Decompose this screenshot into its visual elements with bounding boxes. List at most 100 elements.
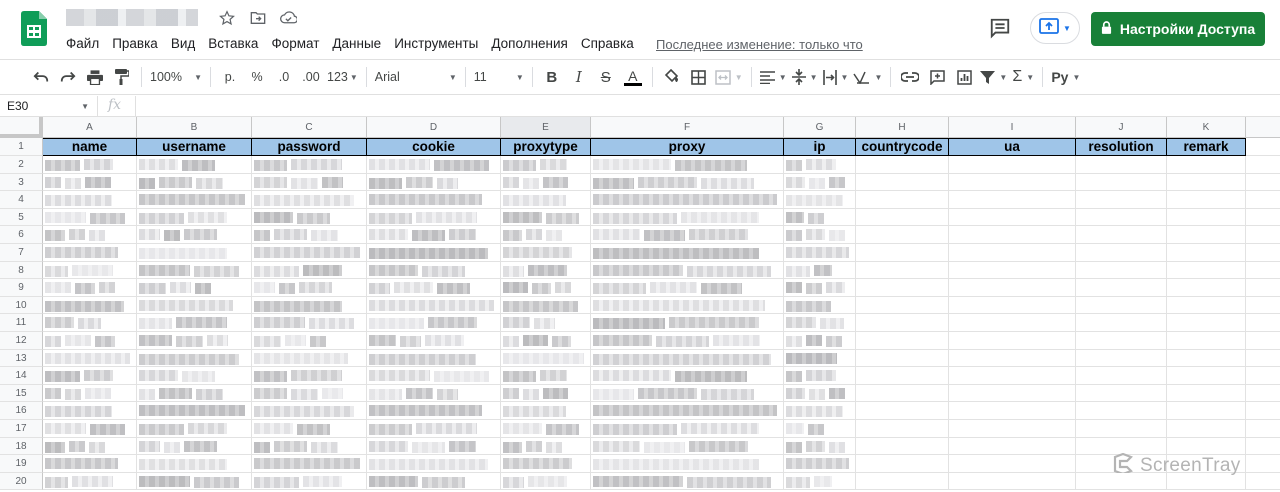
cell-k2[interactable] xyxy=(1167,156,1246,174)
cell-e4[interactable] xyxy=(501,191,591,209)
cell-k12[interactable] xyxy=(1167,332,1246,350)
cell-e18[interactable] xyxy=(501,437,591,456)
cell-k6[interactable] xyxy=(1167,226,1246,244)
cell-d12[interactable] xyxy=(367,332,501,350)
cell-b19[interactable] xyxy=(137,455,252,473)
cell-i11[interactable] xyxy=(949,314,1076,332)
cell-j15[interactable] xyxy=(1076,384,1167,403)
cell-h4[interactable] xyxy=(856,191,949,209)
row-header-9[interactable]: 9 xyxy=(0,279,43,297)
row-header-7[interactable]: 7 xyxy=(0,244,43,262)
cell-c12[interactable] xyxy=(252,332,367,350)
row-header-2[interactable]: 2 xyxy=(0,156,43,174)
cell-g10[interactable] xyxy=(784,296,856,315)
cell-f11[interactable] xyxy=(591,314,784,332)
cell-d18[interactable] xyxy=(367,437,501,456)
cell-i20[interactable] xyxy=(949,472,1076,491)
menu-help[interactable]: Справка xyxy=(581,36,640,51)
cell-b2[interactable] xyxy=(137,156,252,174)
cell-i4[interactable] xyxy=(949,191,1076,209)
cell-filler[interactable] xyxy=(1246,385,1280,403)
star-icon[interactable] xyxy=(218,9,235,26)
cell-d10[interactable] xyxy=(367,296,501,315)
cell-a9[interactable] xyxy=(43,279,137,297)
cell-e20[interactable] xyxy=(501,472,591,491)
cell-d20[interactable] xyxy=(367,472,501,491)
cell-filler[interactable] xyxy=(1246,473,1280,491)
cell-d5[interactable] xyxy=(367,208,501,227)
cell-e11[interactable] xyxy=(501,314,591,332)
cell-e10[interactable] xyxy=(501,296,591,315)
cell-filler[interactable] xyxy=(1246,138,1280,156)
cell-g20[interactable] xyxy=(784,472,856,491)
cell-c11[interactable] xyxy=(252,314,367,332)
cell-a20[interactable] xyxy=(43,472,137,491)
cell-filler[interactable] xyxy=(1246,279,1280,297)
cell-c4[interactable] xyxy=(252,191,367,209)
cell-filler[interactable] xyxy=(1246,420,1280,438)
present-button[interactable]: ▼ xyxy=(1030,12,1080,44)
cell-a14[interactable] xyxy=(43,367,137,385)
cell-f12[interactable] xyxy=(591,332,784,350)
font-size-select[interactable]: 11 ▼ xyxy=(474,65,524,89)
row-header-17[interactable]: 17 xyxy=(0,420,43,438)
cell-i6[interactable] xyxy=(949,226,1076,244)
cell-c3[interactable] xyxy=(252,173,367,192)
cell-b18[interactable] xyxy=(137,437,252,456)
cell-i15[interactable] xyxy=(949,384,1076,403)
row-header-8[interactable]: 8 xyxy=(0,261,43,280)
cell-f9[interactable] xyxy=(591,279,784,297)
cell-b4[interactable] xyxy=(137,191,252,209)
cell-b8[interactable] xyxy=(137,261,252,280)
sheets-logo-icon[interactable] xyxy=(21,11,47,46)
italic-icon[interactable]: I xyxy=(568,65,590,89)
header-cell-password[interactable]: password xyxy=(252,138,367,156)
cell-k14[interactable] xyxy=(1167,367,1246,385)
cell-j7[interactable] xyxy=(1076,244,1167,262)
cell-e7[interactable] xyxy=(501,244,591,262)
cell-e8[interactable] xyxy=(501,261,591,280)
cell-h20[interactable] xyxy=(856,472,949,491)
cell-a11[interactable] xyxy=(43,314,137,332)
cell-j11[interactable] xyxy=(1076,314,1167,332)
select-all-corner[interactable] xyxy=(0,117,43,138)
cell-k10[interactable] xyxy=(1167,296,1246,315)
cell-filler[interactable] xyxy=(1246,350,1280,368)
row-header-10[interactable]: 10 xyxy=(0,296,43,315)
cell-e14[interactable] xyxy=(501,367,591,385)
cell-i14[interactable] xyxy=(949,367,1076,385)
merge-cells-icon[interactable]: ▼ xyxy=(715,65,743,89)
cell-f4[interactable] xyxy=(591,191,784,209)
column-header-b[interactable]: B xyxy=(137,117,252,138)
cell-c8[interactable] xyxy=(252,261,367,280)
cell-e17[interactable] xyxy=(501,420,591,438)
cell-k4[interactable] xyxy=(1167,191,1246,209)
menu-edit[interactable]: Правка xyxy=(112,36,164,51)
cell-k17[interactable] xyxy=(1167,420,1246,438)
cell-i9[interactable] xyxy=(949,279,1076,297)
font-family-select[interactable]: Arial ▼ xyxy=(375,65,457,89)
cell-e5[interactable] xyxy=(501,208,591,227)
horizontal-align-icon[interactable]: ▼ xyxy=(759,65,787,89)
increase-decimal-button[interactable]: .00 xyxy=(300,65,322,89)
cell-h12[interactable] xyxy=(856,332,949,350)
insert-chart-icon[interactable] xyxy=(953,65,975,89)
cell-d14[interactable] xyxy=(367,367,501,385)
cell-e15[interactable] xyxy=(501,384,591,403)
cell-c16[interactable] xyxy=(252,402,367,420)
menu-data[interactable]: Данные xyxy=(332,36,387,51)
cell-g2[interactable] xyxy=(784,156,856,174)
cell-d7[interactable] xyxy=(367,244,501,262)
cell-b12[interactable] xyxy=(137,332,252,350)
paint-format-icon[interactable] xyxy=(111,65,133,89)
header-cell-username[interactable]: username xyxy=(137,138,252,156)
cell-filler[interactable] xyxy=(1246,297,1280,315)
input-tools-icon[interactable]: Py ▼ xyxy=(1051,65,1080,89)
row-header-15[interactable]: 15 xyxy=(0,384,43,403)
cell-filler[interactable] xyxy=(1246,438,1280,456)
cell-j16[interactable] xyxy=(1076,402,1167,420)
cell-i3[interactable] xyxy=(949,173,1076,192)
cell-c18[interactable] xyxy=(252,437,367,456)
cell-k8[interactable] xyxy=(1167,261,1246,280)
cell-k9[interactable] xyxy=(1167,279,1246,297)
